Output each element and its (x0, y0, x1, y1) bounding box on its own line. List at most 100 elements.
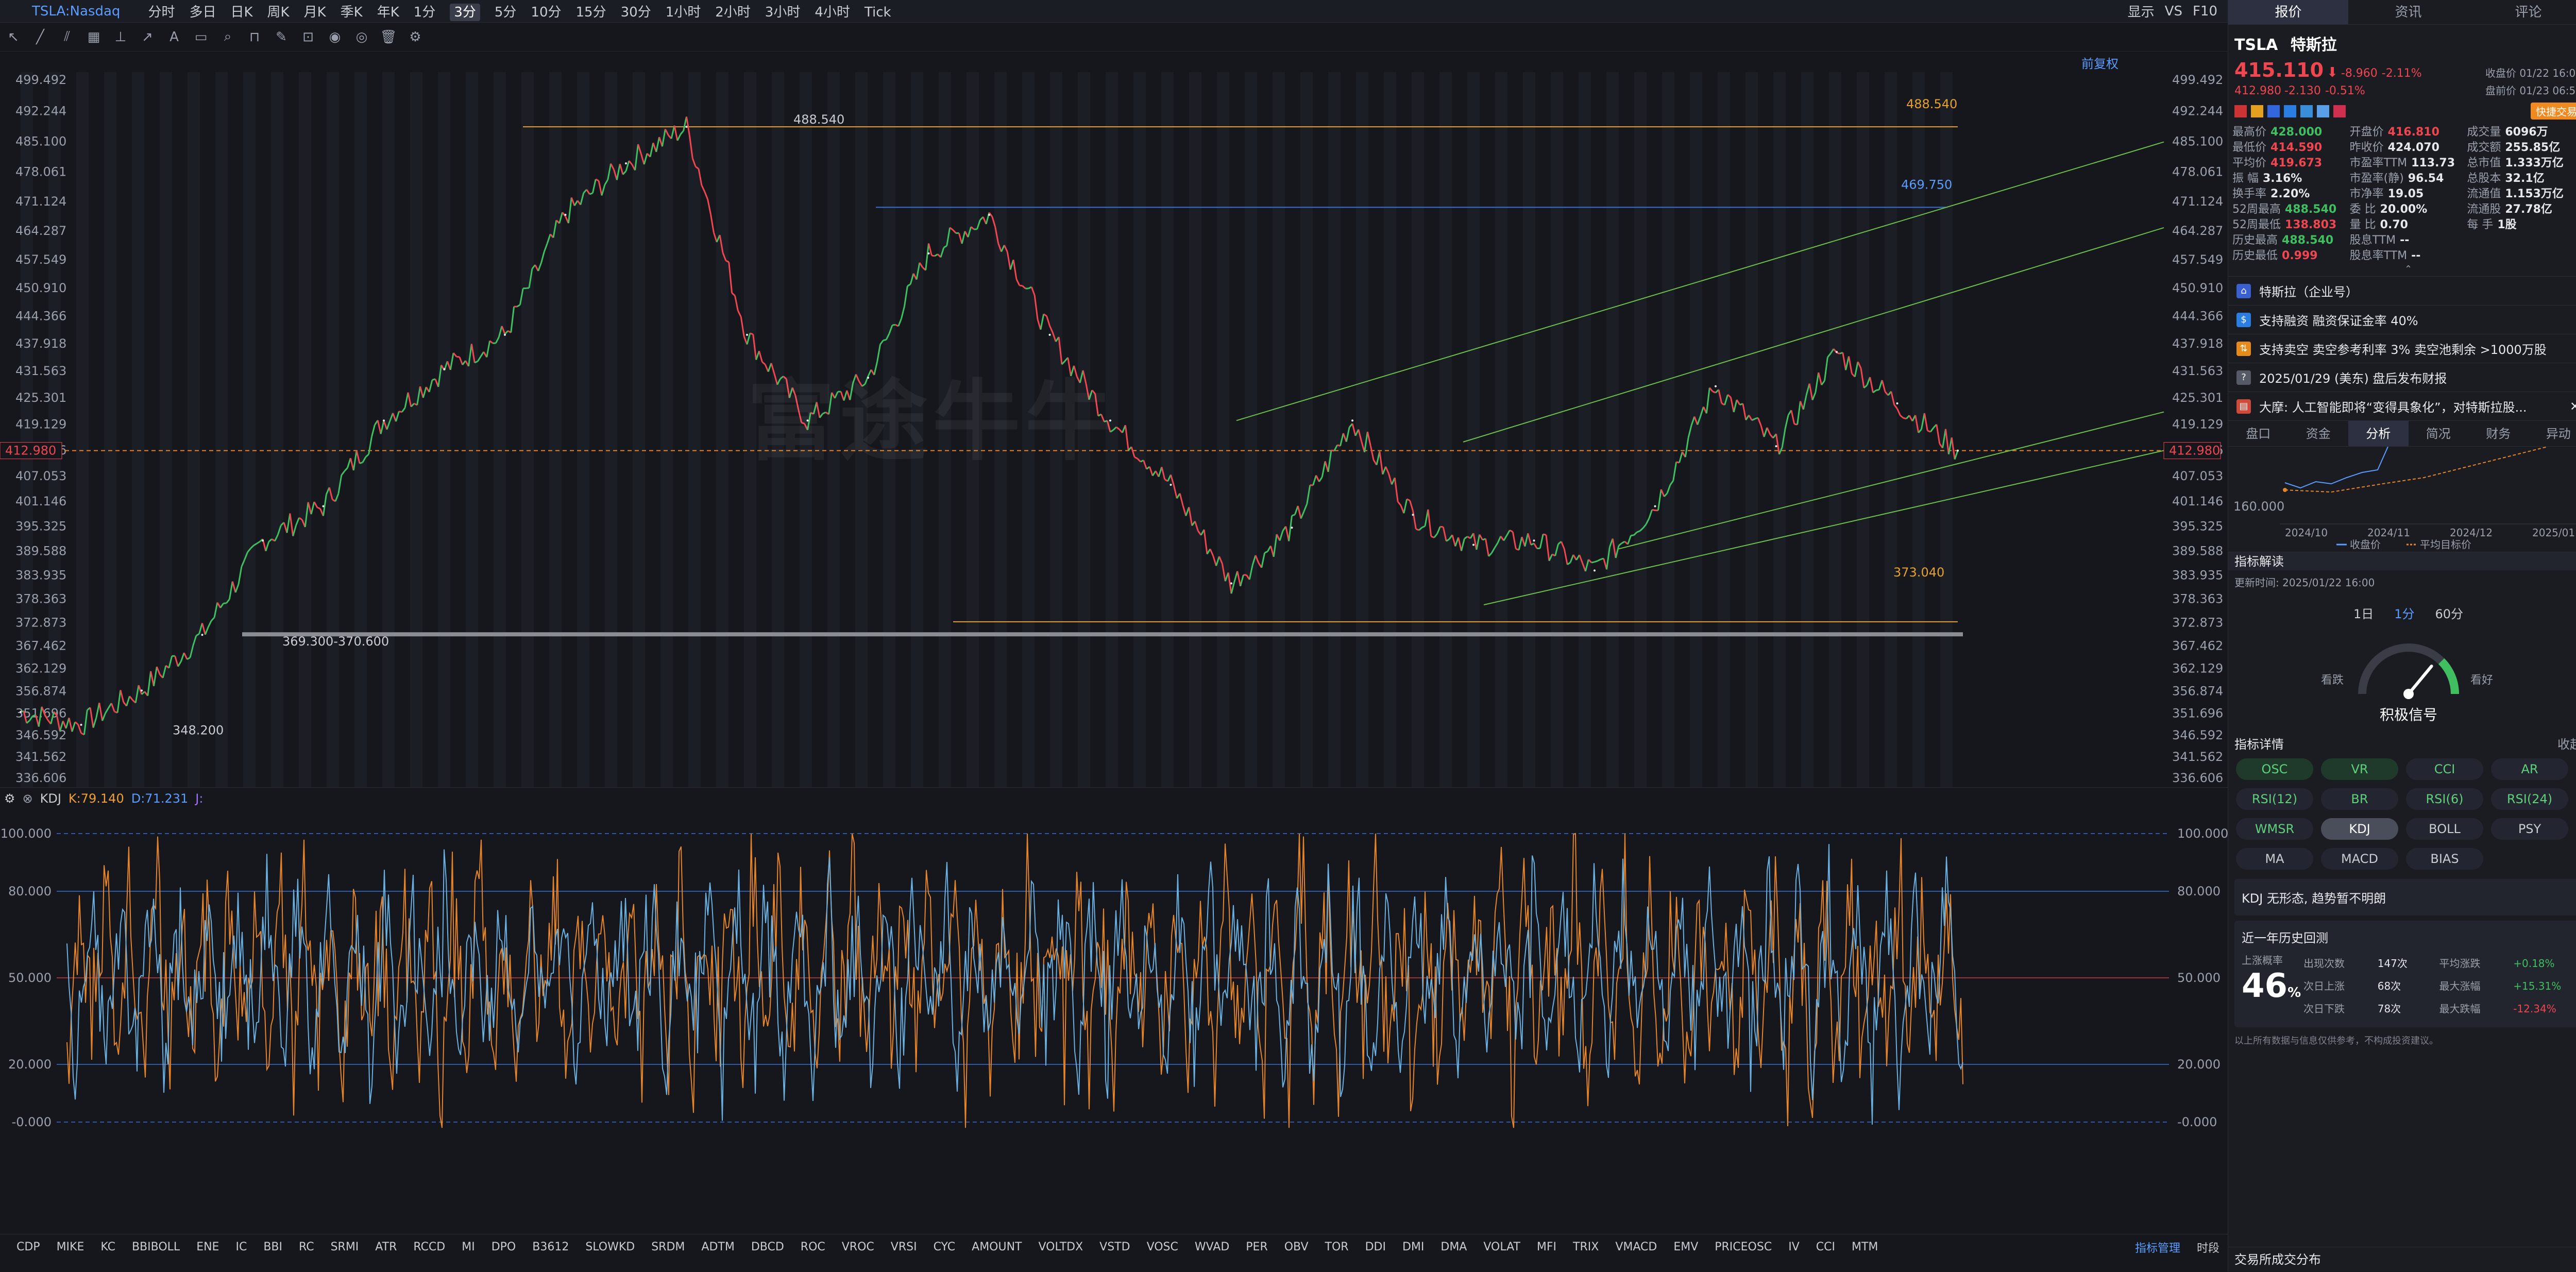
f10-button[interactable]: F10 (2193, 4, 2217, 19)
interval-2[interactable]: 日K (230, 5, 252, 20)
indicator-tab-vroc[interactable]: VROC (842, 1241, 874, 1253)
period-1m[interactable]: 1分 (2394, 604, 2414, 622)
symbol-label[interactable]: TSLA:Nasdaq (32, 4, 120, 19)
magnet-icon[interactable]: ⊓ (241, 29, 268, 45)
indicator-tab-cdp[interactable]: CDP (16, 1241, 40, 1253)
indicator-tab-iv[interactable]: IV (1788, 1241, 1800, 1253)
indicator-tab-kc[interactable]: KC (100, 1241, 115, 1253)
indicator-tab-ene[interactable]: ENE (196, 1241, 219, 1253)
subtab-3[interactable]: 简况 (2409, 421, 2469, 446)
lock-icon[interactable]: ⊡ (295, 29, 321, 45)
indicator-tab-vmacd[interactable]: VMACD (1615, 1241, 1657, 1253)
indicator-tab-tor[interactable]: TOR (1325, 1241, 1349, 1253)
indicator-tab-wvad[interactable]: WVAD (1195, 1241, 1229, 1253)
subtab-1[interactable]: 资金 (2289, 421, 2349, 446)
channel-tool-icon[interactable]: ⫽ (54, 29, 80, 45)
kdj-chart-svg[interactable]: 100.00080.00050.00020.000-0.000 100.0008… (0, 787, 2228, 1148)
eye-icon[interactable]: ◉ (321, 29, 348, 45)
indicator-tab-bbiboll[interactable]: BBIBOLL (132, 1241, 180, 1253)
company-account-row[interactable]: ⌂特斯拉（企业号）› (2228, 277, 2576, 306)
indicator-tab-volat[interactable]: VOLAT (1483, 1241, 1520, 1253)
collapse-icon[interactable]: ⌃ (2228, 264, 2576, 274)
indicator-tab-vosc[interactable]: VOSC (1147, 1241, 1178, 1253)
collapse-button[interactable]: 收起 (2557, 734, 2576, 752)
indicator-tab-b3612[interactable]: B3612 (532, 1241, 569, 1253)
indicator-tab-slowkd[interactable]: SLOWKD (585, 1241, 635, 1253)
interval-17[interactable]: Tick (865, 5, 891, 20)
pen-icon[interactable]: ✎ (268, 29, 295, 45)
zoom-icon[interactable]: ⌕ (214, 29, 241, 45)
indicator-tab-dma[interactable]: DMA (1440, 1241, 1467, 1253)
exchange-distribution[interactable]: 交易所成交分布 (2228, 1247, 2576, 1271)
hide-icon[interactable]: ◎ (348, 29, 375, 45)
measure-tool-icon[interactable]: ⊥ (107, 29, 134, 45)
adjust-label[interactable]: 前复权 (2081, 54, 2119, 72)
line-tool-icon[interactable]: ╱ (27, 29, 54, 45)
indicator-bias[interactable]: BIAS (2406, 848, 2483, 870)
indicator-macd[interactable]: MACD (2321, 848, 2398, 870)
indicator-ar[interactable]: AR (2491, 758, 2568, 780)
settings-icon[interactable]: ⚙ (402, 29, 429, 45)
indicator-rsi24[interactable]: RSI(24) (2491, 788, 2568, 810)
interval-4[interactable]: 月K (304, 5, 326, 20)
indicator-vr[interactable]: VR (2321, 758, 2398, 780)
interval-1[interactable]: 多日 (189, 5, 216, 20)
interval-13[interactable]: 1小时 (666, 5, 701, 20)
indicator-tab-mike[interactable]: MIKE (57, 1241, 84, 1253)
trash-icon[interactable]: 🗑 (375, 29, 402, 45)
interval-8[interactable]: 3分 (450, 4, 480, 21)
vs-button[interactable]: VS (2165, 4, 2182, 19)
subtab-5[interactable]: 异动 (2529, 421, 2576, 446)
interval-16[interactable]: 4小时 (815, 5, 850, 20)
display-menu[interactable]: 显示 (2128, 2, 2155, 21)
indicator-rsi12[interactable]: RSI(12) (2236, 788, 2313, 810)
subtab-0[interactable]: 盘口 (2228, 421, 2289, 446)
text-tool-icon[interactable]: A (161, 29, 188, 45)
grid-tool-icon[interactable]: ▦ (80, 29, 107, 45)
price-chart[interactable]: 499.492492.244485.100478.061471.124464.2… (0, 52, 2228, 787)
interval-6[interactable]: 年K (377, 5, 399, 20)
tab-quote[interactable]: 报价 (2228, 0, 2348, 24)
indicator-tab-priceosc[interactable]: PRICEOSC (1715, 1241, 1772, 1253)
indicator-rsi6[interactable]: RSI(6) (2406, 788, 2483, 810)
indicator-tab-cyc[interactable]: CYC (934, 1241, 956, 1253)
subtab-2[interactable]: 分析 (2348, 421, 2409, 446)
indicator-tab-atr[interactable]: ATR (375, 1241, 397, 1253)
tab-comments[interactable]: 评论 (2468, 0, 2576, 24)
indicator-tab-cci[interactable]: CCI (1816, 1241, 1835, 1253)
earnings-row[interactable]: ?2025/01/29 (美东) 盘后发布财报 (2228, 363, 2576, 392)
indicator-boll[interactable]: BOLL (2406, 818, 2483, 840)
margin-row[interactable]: $支持融资 融资保证金率 40% (2228, 306, 2576, 334)
indicator-tab-per[interactable]: PER (1246, 1241, 1267, 1253)
indicator-tab-bbi[interactable]: BBI (263, 1241, 282, 1253)
short-row[interactable]: ⇅支持卖空 卖空参考利率 3% 卖空池剩余 >1000万股 (2228, 334, 2576, 363)
interval-0[interactable]: 分时 (148, 5, 175, 20)
indicator-kdj[interactable]: KDJ (2321, 818, 2398, 840)
indicator-tab-roc[interactable]: ROC (801, 1241, 825, 1253)
interval-15[interactable]: 3小时 (765, 5, 801, 20)
session-button[interactable]: 时段 (2197, 1239, 2219, 1256)
indicator-tab-dbcd[interactable]: DBCD (751, 1241, 784, 1253)
cursor-icon[interactable]: ↖ (0, 29, 27, 45)
indicator-tab-vrsi[interactable]: VRSI (891, 1241, 917, 1253)
interval-12[interactable]: 30分 (621, 5, 651, 20)
indicator-tab-vstd[interactable]: VSTD (1099, 1241, 1130, 1253)
interval-5[interactable]: 季K (341, 5, 363, 20)
kdj-label[interactable]: KDJ (40, 791, 61, 806)
close-icon[interactable]: ✕ (2570, 399, 2576, 414)
indicator-tab-voltdx[interactable]: VOLTDX (1039, 1241, 1083, 1253)
interval-3[interactable]: 周K (267, 5, 290, 20)
indicator-cci[interactable]: CCI (2406, 758, 2483, 780)
indicator-tab-mtm[interactable]: MTM (1852, 1241, 1878, 1253)
indicator-psy[interactable]: PSY (2491, 818, 2568, 840)
gear-icon[interactable]: ⚙ (4, 791, 15, 806)
interval-9[interactable]: 5分 (495, 5, 517, 20)
rect-tool-icon[interactable]: ▭ (188, 29, 214, 45)
indicator-tab-adtm[interactable]: ADTM (701, 1241, 734, 1253)
indicator-tab-obv[interactable]: OBV (1284, 1241, 1309, 1253)
indicator-tab-srmi[interactable]: SRMI (331, 1241, 359, 1253)
quick-trade-button[interactable]: 快捷交易 (2531, 103, 2576, 120)
close-icon[interactable]: ⊗ (23, 791, 33, 806)
indicator-tab-rccd[interactable]: RCCD (413, 1241, 445, 1253)
indicator-br[interactable]: BR (2321, 788, 2398, 810)
